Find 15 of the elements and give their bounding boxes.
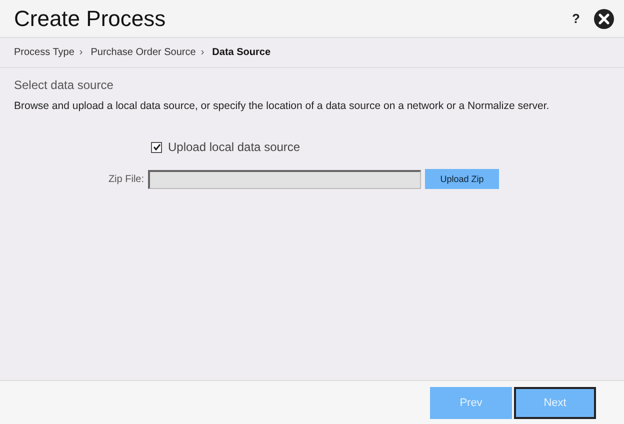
field-label: Zip File: [107, 174, 144, 184]
checkbox[interactable] [151, 142, 162, 152]
breadcrumb-separator: › [79, 47, 83, 58]
help-button[interactable]: ? [572, 11, 580, 26]
upload-zip-button[interactable]: Upload Zip [425, 169, 499, 189]
window-title: Create Process [14, 6, 167, 32]
section-title: Select data source [14, 78, 114, 92]
zip-file-field[interactable] [148, 170, 421, 188]
close-icon[interactable] [594, 8, 614, 28]
checkbox-label: Upload local data source [168, 140, 300, 154]
breadcrumb-item[interactable]: Process Type [14, 47, 74, 58]
breadcrumb-separator: › [200, 47, 204, 58]
breadcrumb-item[interactable]: Data Source [212, 47, 271, 58]
section-description: Browse and upload a local data source, or specify the location of a data source on a network or a Normalize server. [14, 100, 550, 112]
breadcrumb-item[interactable]: Purchase Order Source [90, 47, 196, 58]
